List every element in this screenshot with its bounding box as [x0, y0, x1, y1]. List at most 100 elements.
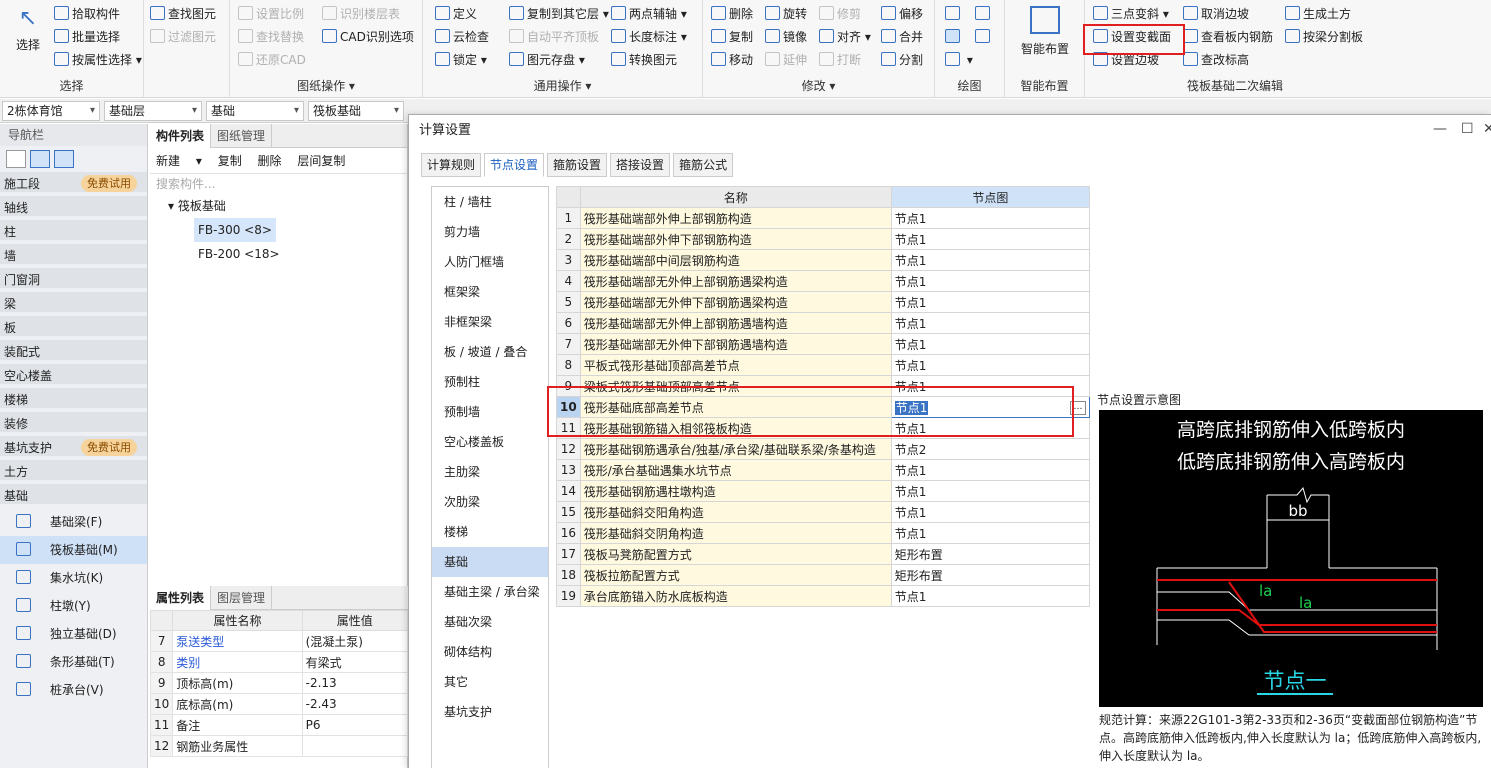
- category-item[interactable]: 非框架梁: [432, 307, 548, 337]
- nav-item[interactable]: 柱: [0, 220, 147, 244]
- floor-select[interactable]: 基础层: [104, 101, 202, 121]
- select-button[interactable]: ↖ 选择: [8, 6, 48, 53]
- table-row[interactable]: 16 筏形基础斜交阴角构造 节点1: [556, 522, 1091, 544]
- table-row[interactable]: 4 筏形基础端部无外伸上部钢筋遇梁构造 节点1: [556, 270, 1091, 292]
- tab-calc-rules[interactable]: 计算规则: [421, 153, 482, 177]
- smart-layout-button[interactable]: 智能布置: [1011, 6, 1079, 57]
- tab-layer-manage[interactable]: 图层管理: [211, 586, 273, 610]
- tab-property-list[interactable]: 属性列表: [150, 586, 212, 610]
- nav-item[interactable]: 基坑支护 免费试用: [0, 436, 147, 460]
- table-row[interactable]: 1 筏形基础端部外伸上部钢筋构造 节点1: [556, 207, 1091, 229]
- find-element-button[interactable]: 查找图元: [150, 4, 216, 24]
- tab-node-settings[interactable]: 节点设置: [484, 153, 545, 177]
- category-item[interactable]: 预制柱: [432, 367, 548, 397]
- category-item[interactable]: 砌体结构: [432, 637, 548, 667]
- cancel-slope-button[interactable]: 取消边坡: [1183, 4, 1249, 24]
- close-icon[interactable]: ✕: [1483, 121, 1491, 137]
- tab-component-list[interactable]: 构件列表: [150, 124, 212, 148]
- type-select[interactable]: 筏板基础: [308, 101, 404, 121]
- rect-tool[interactable]: [975, 27, 993, 47]
- table-row[interactable]: 15 筏形基础斜交阳角构造 节点1: [556, 501, 1091, 523]
- rotate-point-tool[interactable]: [975, 4, 993, 24]
- node-value[interactable]: 节点1: [890, 522, 1091, 544]
- table-row[interactable]: 8 平板式筏形基础顶部高差节点 节点1: [556, 354, 1091, 376]
- category-item[interactable]: 柱 / 墙柱: [432, 187, 548, 217]
- category-item[interactable]: 剪力墙: [432, 217, 548, 247]
- trim-button[interactable]: 修剪: [819, 4, 861, 24]
- detail-icon[interactable]: [54, 150, 74, 168]
- nav-subitem[interactable]: 集水坑(K): [0, 564, 147, 592]
- node-value[interactable]: 节点1: [890, 501, 1091, 523]
- property-value[interactable]: [301, 735, 409, 757]
- table-row[interactable]: 7 筏形基础端部无外伸下部钢筋遇墙构造 节点1: [556, 333, 1091, 355]
- category-item[interactable]: 其它: [432, 667, 548, 697]
- find-replace-button[interactable]: 查找替换: [238, 27, 304, 47]
- table-row[interactable]: 12 筏形基础钢筋遇承台/独基/承台梁/基础联系梁/条基构造 节点2: [556, 438, 1091, 460]
- save-element-button[interactable]: 图元存盘 ▾: [509, 50, 585, 70]
- node-value[interactable]: 节点1: [890, 228, 1091, 250]
- nav-item[interactable]: 楼梯: [0, 388, 147, 412]
- length-dimension-button[interactable]: 长度标注 ▾: [611, 27, 687, 47]
- identify-floor-table-button[interactable]: 识别楼层表: [322, 4, 400, 24]
- component-search[interactable]: 搜索构件...: [150, 174, 407, 194]
- property-row[interactable]: 11 备注 P6: [149, 714, 409, 736]
- filter-element-button[interactable]: 过滤图元: [150, 27, 216, 47]
- node-value[interactable]: 节点1: [890, 312, 1091, 334]
- point-tool[interactable]: [945, 4, 963, 24]
- rotate-button[interactable]: 旋转: [765, 4, 807, 24]
- nav-item[interactable]: 施工段 免费试用: [0, 172, 147, 196]
- category-item[interactable]: 框架梁: [432, 277, 548, 307]
- table-row[interactable]: 17 筏板马凳筋配置方式 矩形布置: [556, 543, 1091, 565]
- table-row[interactable]: 5 筏形基础端部无外伸下部钢筋遇梁构造 节点1: [556, 291, 1091, 313]
- select-by-property-button[interactable]: 按属性选择 ▾: [54, 50, 142, 70]
- node-value[interactable]: 节点2: [890, 438, 1091, 460]
- building-select[interactable]: 2栋体育馆: [2, 101, 100, 121]
- table-row[interactable]: 6 筏形基础端部无外伸上部钢筋遇墙构造 节点1: [556, 312, 1091, 334]
- nav-item[interactable]: 空心楼盖: [0, 364, 147, 388]
- align-button[interactable]: 对齐 ▾: [819, 27, 871, 47]
- batch-select-button[interactable]: 批量选择: [54, 27, 120, 47]
- split-by-beam-button[interactable]: 按梁分割板: [1285, 27, 1363, 47]
- copy-to-floor-button[interactable]: 复制到其它层 ▾: [509, 4, 609, 24]
- property-value[interactable]: -2.13: [301, 672, 409, 694]
- node-value[interactable]: 矩形布置: [890, 564, 1091, 586]
- table-row[interactable]: 19 承台底筋锚入防水底板构造 节点1: [556, 585, 1091, 607]
- generate-earthwork-button[interactable]: 生成土方: [1285, 4, 1351, 24]
- category-item[interactable]: 主肋梁: [432, 457, 548, 487]
- node-value[interactable]: 矩形布置: [890, 543, 1091, 565]
- category-item[interactable]: 楼梯: [432, 517, 548, 547]
- auto-align-button[interactable]: 自动平齐顶板: [509, 27, 599, 47]
- category-item[interactable]: 基础次梁: [432, 607, 548, 637]
- cloud-check-button[interactable]: 云检查: [435, 27, 489, 47]
- node-value[interactable]: 节点1: [890, 249, 1091, 271]
- convert-element-button[interactable]: 转换图元: [611, 50, 677, 70]
- list-icon[interactable]: [30, 150, 50, 168]
- cad-options-button[interactable]: CAD识别选项: [322, 27, 414, 47]
- category-item[interactable]: 基础主梁 / 承台梁: [432, 577, 548, 607]
- nav-subitem[interactable]: 条形基础(T): [0, 648, 147, 676]
- tab-lap-settings[interactable]: 搭接设置: [610, 153, 671, 177]
- nav-item[interactable]: 门窗洞: [0, 268, 147, 292]
- set-scale-button[interactable]: 设置比例: [238, 4, 304, 24]
- node-value[interactable]: 节点1: [890, 459, 1091, 481]
- tree-leaf-fb300[interactable]: FB-300 <8>: [194, 218, 276, 242]
- category-select[interactable]: 基础: [206, 101, 304, 121]
- delete-button[interactable]: 删除: [711, 4, 753, 24]
- restore-cad-button[interactable]: 还原CAD: [238, 50, 306, 70]
- property-row[interactable]: 9 顶标高(m) -2.13: [149, 672, 409, 694]
- nav-item[interactable]: 装配式: [0, 340, 147, 364]
- nav-subitem[interactable]: 独立基础(D): [0, 620, 147, 648]
- nav-subitem[interactable]: 筏板基础(M): [0, 536, 147, 564]
- arc-tool[interactable]: ▾: [945, 50, 973, 70]
- category-item[interactable]: 次肋梁: [432, 487, 548, 517]
- nav-item[interactable]: 墙: [0, 244, 147, 268]
- nav-item[interactable]: 梁: [0, 292, 147, 316]
- category-item[interactable]: 基坑支护: [432, 697, 548, 727]
- split-button[interactable]: 分割: [881, 50, 923, 70]
- category-item[interactable]: 人防门框墙: [432, 247, 548, 277]
- nav-item[interactable]: 板: [0, 316, 147, 340]
- define-button[interactable]: 定义: [435, 4, 477, 24]
- two-point-axis-button[interactable]: 两点辅轴 ▾: [611, 4, 687, 24]
- view-slab-rebar-button[interactable]: 查看板内钢筋: [1183, 27, 1273, 47]
- table-row[interactable]: 3 筏形基础端部中间层钢筋构造 节点1: [556, 249, 1091, 271]
